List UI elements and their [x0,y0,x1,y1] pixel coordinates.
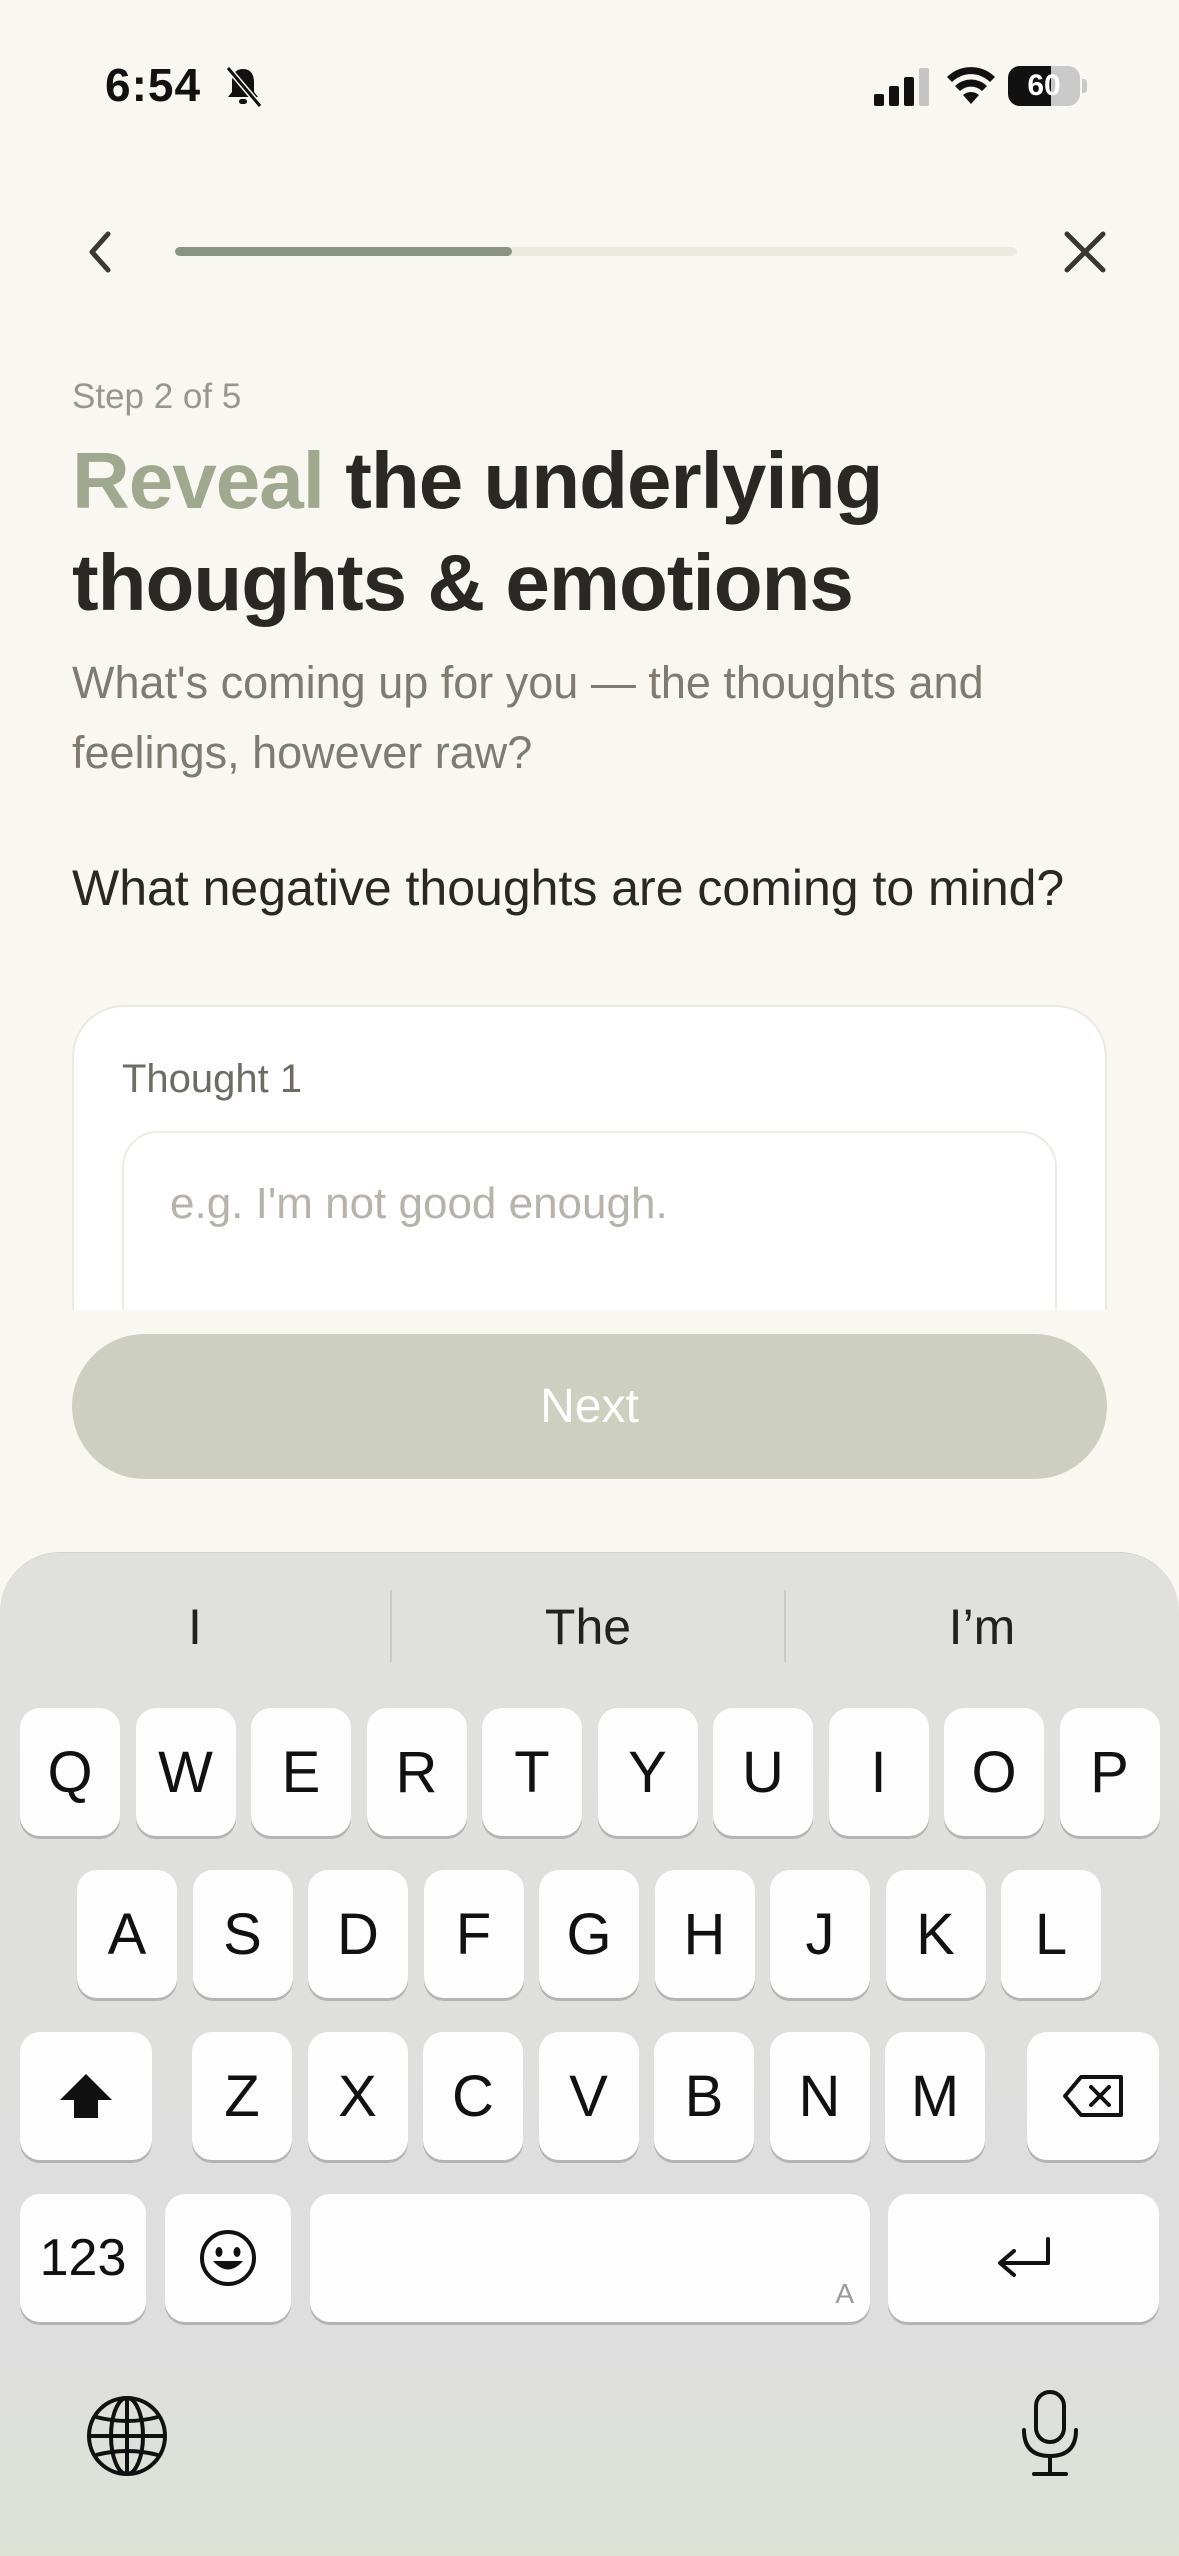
progress-bar [175,247,1017,256]
cellular-signal-icon [874,68,929,106]
key-h[interactable]: H [654,1870,755,1998]
key-t[interactable]: T [482,1708,582,1836]
delete-key[interactable] [1027,2032,1159,2160]
microphone-icon[interactable] [1018,2388,1082,2480]
status-time: 6:54 [105,59,202,111]
thought-card: Thought 1 [72,1005,1107,1310]
space-key[interactable]: A [310,2194,870,2322]
shift-key[interactable] [20,2032,152,2160]
key-k[interactable]: K [885,1870,986,1998]
delete-icon [1063,2075,1123,2117]
space-hint: A [835,2278,854,2309]
battery-indicator: 60 [1008,66,1087,106]
next-button[interactable]: Next [72,1334,1107,1479]
key-p[interactable]: P [1059,1708,1160,1836]
emoji-icon [200,2230,256,2286]
key-g[interactable]: G [539,1870,639,1998]
suggestion-item[interactable]: The [393,1590,783,1665]
progress-fill [175,247,512,256]
suggestion-item[interactable]: I [0,1590,390,1665]
suggestion-divider [784,1590,786,1662]
emoji-key[interactable] [165,2194,291,2322]
step-label: Step 2 of 5 [72,377,242,416]
page-title-accent: Reveal [72,436,325,525]
key-r[interactable]: R [366,1708,467,1836]
key-l[interactable]: L [1001,1870,1101,1998]
key-o[interactable]: O [944,1708,1044,1836]
close-button[interactable] [1055,222,1115,282]
suggestion-item[interactable]: I’m [787,1590,1177,1665]
suggestion-divider [390,1590,392,1662]
back-button[interactable] [70,222,130,282]
wifi-icon [947,67,995,104]
key-y[interactable]: Y [597,1708,698,1836]
key-a[interactable]: A [77,1870,177,1998]
key-c[interactable]: C [423,2032,523,2160]
battery-percent: 60 [1027,69,1061,102]
key-n[interactable]: N [769,2032,870,2160]
key-d[interactable]: D [308,1870,408,1998]
key-i[interactable]: I [828,1708,929,1836]
globe-icon[interactable] [84,2393,170,2479]
question-label: What negative thoughts are coming to min… [72,860,1065,916]
key-s[interactable]: S [192,1870,293,1998]
key-z[interactable]: Z [192,2032,292,2160]
key-e[interactable]: E [251,1708,351,1836]
return-key[interactable] [888,2194,1159,2322]
page-title: Reveal the underlying thoughts & emotion… [72,430,1122,634]
chevron-left-icon [89,231,111,273]
key-v[interactable]: V [538,2032,639,2160]
thought-label: Thought 1 [122,1057,303,1101]
key-q[interactable]: Q [20,1708,120,1836]
page-subtitle: What's coming up for you — the thoughts … [72,657,984,778]
key-f[interactable]: F [423,1870,524,1998]
key-x[interactable]: X [307,2032,408,2160]
thought-input[interactable] [122,1131,1057,1310]
close-icon [1064,231,1106,273]
key-b[interactable]: B [654,2032,754,2160]
silent-bell-icon [225,66,263,108]
return-icon [997,2237,1050,2277]
key-m[interactable]: M [885,2032,985,2160]
key-w[interactable]: W [135,1708,236,1836]
shift-icon [60,2074,112,2118]
key-j[interactable]: J [770,1870,870,1998]
key-u[interactable]: U [713,1708,813,1836]
numbers-key[interactable]: 123 [20,2194,146,2322]
